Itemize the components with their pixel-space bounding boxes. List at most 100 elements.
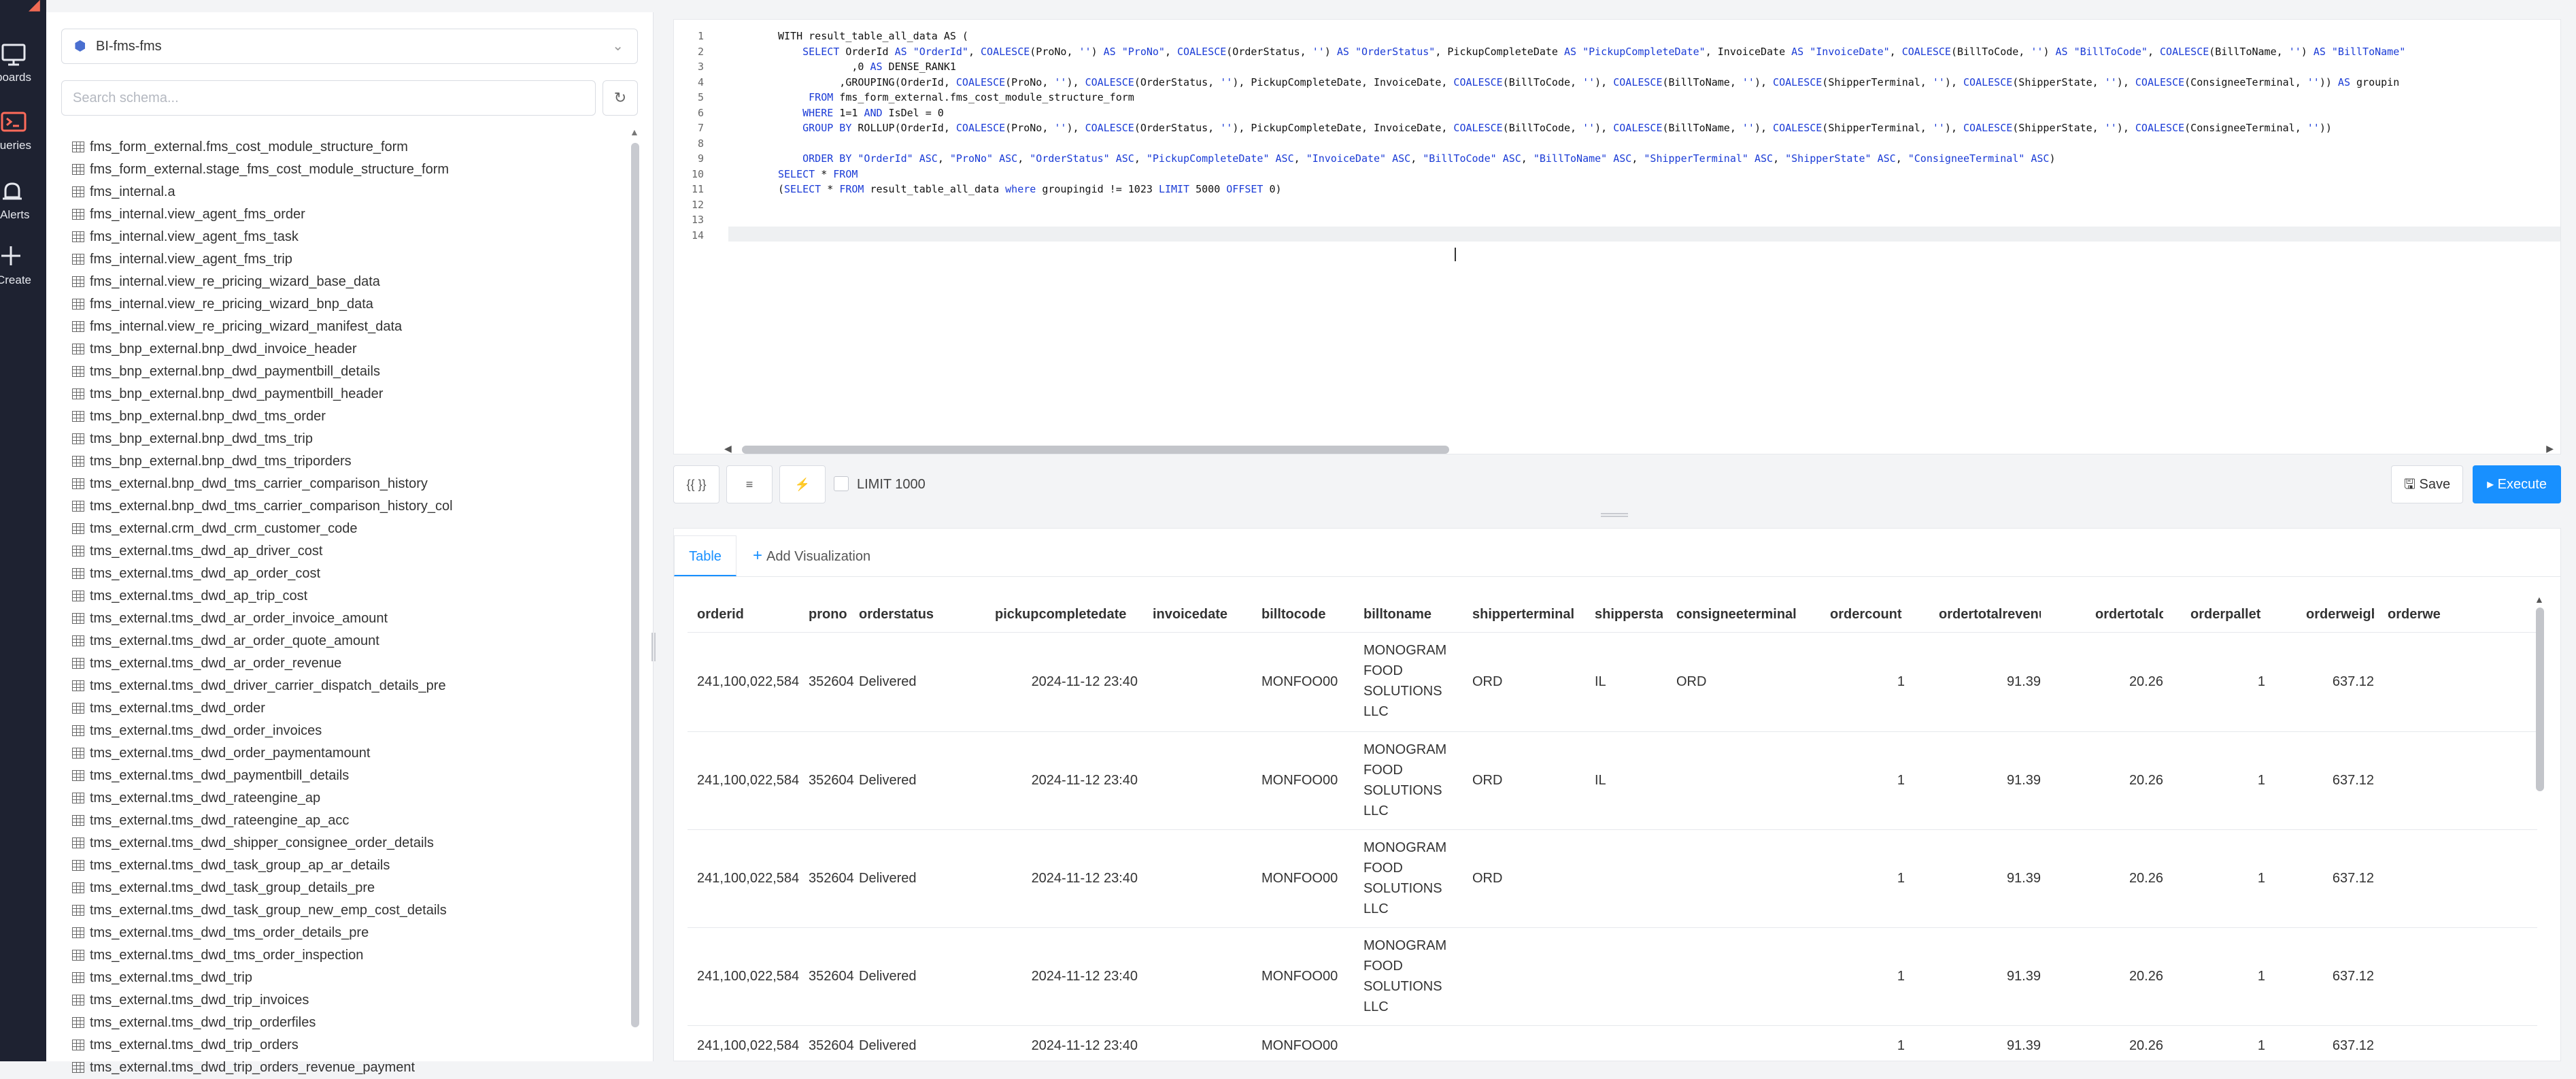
schema-scrollbar[interactable] xyxy=(631,143,639,1027)
column-header-orderstatus[interactable]: orderstatus xyxy=(859,597,981,632)
save-button[interactable]: 🖫 Save xyxy=(2391,465,2463,503)
sql-token: , xyxy=(968,45,981,58)
limit-checkbox[interactable] xyxy=(834,476,849,491)
schema-table-item[interactable]: fms_internal.view_agent_fms_task xyxy=(72,226,643,248)
schema-table-item[interactable]: tms_bnp_external.bnp_dwd_paymentbill_hea… xyxy=(72,383,643,405)
schema-table-item[interactable]: tms_bnp_external.bnp_dwd_tms_trip xyxy=(72,428,643,450)
column-header-shipperstate[interactable]: shipperstate xyxy=(1595,597,1663,632)
column-header-ordercount[interactable]: ordercount xyxy=(1830,597,1905,632)
schema-table-item[interactable]: tms_external.tms_dwd_trip xyxy=(72,967,643,989)
column-header-orderweight[interactable]: orderweight xyxy=(2306,597,2374,632)
schema-table-item[interactable]: tms_bnp_external.bnp_dwd_invoice_header xyxy=(72,338,643,361)
sql-keyword: AS xyxy=(1564,45,1577,58)
column-header-prono[interactable]: prono xyxy=(809,597,849,632)
sql-string: '' xyxy=(1054,122,1067,134)
results-vertical-scrollbar[interactable] xyxy=(2536,608,2544,791)
schema-table-item[interactable]: tms_external.tms_dwd_task_group_details_… xyxy=(72,877,643,899)
column-header-shipperterminal[interactable]: shipperterminal xyxy=(1472,597,1581,632)
sql-keyword: COALESCE xyxy=(1773,122,1823,134)
schema-table-item[interactable]: tms_external.tms_dwd_trip_orderfiles xyxy=(72,1012,643,1034)
nav-item-dashboards[interactable]: Dashboards xyxy=(0,41,46,102)
schema-table-item[interactable]: tms_external.tms_dwd_ap_trip_cost xyxy=(72,585,643,608)
schema-table-item[interactable]: tms_external.crm_dwd_crm_customer_code xyxy=(72,518,643,540)
database-select[interactable]: ⬢ BI-fms-fms ⌄ xyxy=(61,29,638,64)
cell-pickupcompletedate: 2024-11-12 23:40 xyxy=(1031,969,1138,984)
column-header-orderpallet[interactable]: orderpallet xyxy=(2190,597,2265,632)
schema-table-item[interactable]: tms_external.tms_dwd_rateengine_ap_acc xyxy=(72,810,643,832)
schema-table-item[interactable]: tms_external.tms_dwd_order_invoices xyxy=(72,720,643,742)
schema-table-item[interactable]: tms_bnp_external.bnp_dwd_paymentbill_det… xyxy=(72,361,643,383)
schema-table-item[interactable]: fms_internal.view_agent_fms_trip xyxy=(72,248,643,271)
table-icon xyxy=(72,591,84,601)
sql-token: ,0 xyxy=(778,61,870,73)
column-header-orderid[interactable]: orderid xyxy=(697,597,785,632)
schema-search-input[interactable] xyxy=(61,80,596,116)
schema-table-item[interactable]: fms_internal.view_re_pricing_wizard_mani… xyxy=(72,316,643,338)
sql-string: "ShipperState" xyxy=(1785,152,1871,165)
scroll-left-arrow-icon[interactable]: ◀ xyxy=(724,443,732,454)
column-header-pickupcompletedate[interactable]: pickupcompletedate xyxy=(995,597,1138,632)
schema-table-item[interactable]: tms_external.tms_dwd_ar_order_invoice_am… xyxy=(72,608,643,630)
schema-table-item[interactable]: tms_external.tms_dwd_rateengine_ap xyxy=(72,787,643,810)
schema-table-item[interactable]: tms_external.bnp_dwd_tms_carrier_compari… xyxy=(72,495,643,518)
schema-table-item[interactable]: fms_internal.a xyxy=(72,181,643,203)
cell-billtocode: MONFOO00 xyxy=(1261,773,1338,788)
schema-table-item[interactable]: tms_external.tms_dwd_ap_driver_cost xyxy=(72,540,643,563)
schema-table-item[interactable]: fms_internal.view_agent_fms_order xyxy=(72,203,643,226)
nav-item-queries[interactable]: Queries xyxy=(0,109,46,170)
scroll-right-arrow-icon[interactable]: ▶ xyxy=(2546,443,2554,454)
schema-table-item[interactable]: tms_external.bnp_dwd_tms_carrier_compari… xyxy=(72,473,643,495)
autocomplete-toggle-button[interactable]: ⚡ xyxy=(779,465,826,503)
schema-table-name: tms_external.tms_dwd_trip_orderfiles xyxy=(90,1015,316,1030)
schema-table-item[interactable]: tms_external.tms_dwd_task_group_ap_ar_de… xyxy=(72,854,643,877)
add-visualization-tab[interactable]: + Add Visualization xyxy=(753,535,870,576)
refresh-schema-button[interactable]: ↻ xyxy=(603,80,638,116)
column-header-orderwe[interactable]: orderwe xyxy=(2388,597,2456,632)
editor-horizontal-scrollbar[interactable] xyxy=(742,446,1449,454)
column-header-billtoname[interactable]: billtoname xyxy=(1363,597,1465,632)
panel-resize-handle[interactable] xyxy=(651,633,656,661)
editor-resize-handle[interactable] xyxy=(1601,513,1628,517)
schema-table-item[interactable]: tms_external.tms_dwd_trip_orders xyxy=(72,1034,643,1057)
schema-table-item[interactable]: tms_external.tms_dwd_paymentbill_details xyxy=(72,765,643,787)
query-editor[interactable]: 1 2 3 4 5 6 7 8 9 10 11 12 13 14 WITH result_table_al… xyxy=(673,19,2561,454)
sql-token: (BillToName, xyxy=(2209,45,2289,58)
schema-table-item[interactable]: tms_bnp_external.bnp_dwd_tms_triporders xyxy=(72,450,643,473)
column-header-ordertotalrevenue[interactable]: ordertotalrevenue xyxy=(1939,597,2041,632)
schema-table-item[interactable]: tms_bnp_external.bnp_dwd_tms_order xyxy=(72,405,643,428)
schema-table-item[interactable]: fms_form_external.stage_fms_cost_module_… xyxy=(72,159,643,181)
sql-code[interactable]: WITH result_table_all_data AS ( SELECT O… xyxy=(778,29,2405,228)
nav-item-create[interactable]: Create xyxy=(0,244,46,305)
schema-table-item[interactable]: tms_external.tms_dwd_ar_order_quote_amou… xyxy=(72,630,643,652)
sql-token: ), PickupCompleteDate, InvoiceDate, xyxy=(1232,122,1454,134)
execute-button[interactable]: ▸ Execute xyxy=(2473,465,2561,503)
schema-table-item[interactable]: fms_form_external.fms_cost_module_struct… xyxy=(72,136,643,159)
sql-token: 5000 xyxy=(1189,183,1227,195)
schema-table-item[interactable]: fms_internal.view_re_pricing_wizard_bnp_… xyxy=(72,293,643,316)
column-header-billtocode[interactable]: billtocode xyxy=(1261,597,1350,632)
schema-table-item[interactable]: tms_external.tms_dwd_order xyxy=(72,697,643,720)
schema-table-item[interactable]: tms_external.tms_dwd_trip_invoices xyxy=(72,989,643,1012)
format-query-button[interactable]: ≡ xyxy=(726,465,773,503)
schema-table-item[interactable]: tms_external.tms_dwd_shipper_consignee_o… xyxy=(72,832,643,854)
table-icon xyxy=(72,860,84,871)
add-parameter-button[interactable]: {{ }} xyxy=(673,465,719,503)
schema-table-item[interactable]: tms_external.tms_dwd_driver_carrier_disp… xyxy=(72,675,643,697)
schema-table-item[interactable]: tms_external.tms_dwd_ap_order_cost xyxy=(72,563,643,585)
schema-table-item[interactable]: tms_external.tms_dwd_trip_orders_revenue… xyxy=(72,1057,643,1079)
scroll-up-arrow-icon[interactable]: ▲ xyxy=(2535,594,2544,605)
tab-table[interactable]: Table xyxy=(674,535,736,576)
brand-logo-icon[interactable]: ◢ xyxy=(29,0,40,14)
schema-table-item[interactable]: fms_internal.view_re_pricing_wizard_base… xyxy=(72,271,643,293)
schema-table-item[interactable]: tms_external.tms_dwd_tms_order_inspectio… xyxy=(72,944,643,967)
column-header-invoicedate[interactable]: invoicedate xyxy=(1153,597,1248,632)
column-header-ordertotalcost[interactable]: ordertotalcost xyxy=(2095,597,2163,632)
limit-checkbox-wrap[interactable]: LIMIT 1000 xyxy=(834,465,926,503)
schema-table-item[interactable]: tms_external.tms_dwd_task_group_new_emp_… xyxy=(72,899,643,922)
column-header-consigneeterminal[interactable]: consigneeterminal xyxy=(1676,597,1819,632)
schema-table-item[interactable]: tms_external.tms_dwd_ar_order_revenue xyxy=(72,652,643,675)
nav-item-alerts[interactable]: Alerts xyxy=(0,178,46,239)
schema-table-item[interactable]: tms_external.tms_dwd_tms_order_details_p… xyxy=(72,922,643,944)
schema-table-item[interactable]: tms_external.tms_dwd_order_paymentamount xyxy=(72,742,643,765)
